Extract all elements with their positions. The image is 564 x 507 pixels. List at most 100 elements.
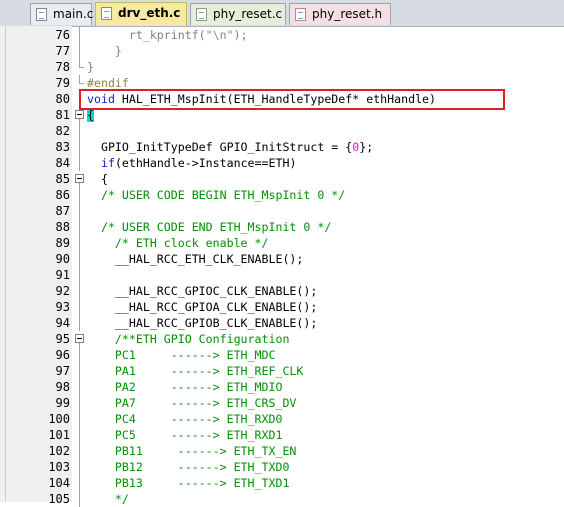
c-file-icon [196,8,207,21]
code-line[interactable]: 92 __HAL_RCC_GPIOC_CLK_ENABLE(); [0,283,564,299]
code-line[interactable]: 83 GPIO_InitTypeDef GPIO_InitStruct = {0… [0,139,564,155]
line-number: 99 [55,396,70,410]
code-text: __HAL_RCC_ETH_CLK_ENABLE(); [87,251,303,267]
code-line[interactable]: 98 PA2 ------> ETH_MDIO [0,379,564,395]
code-text: __HAL_RCC_GPIOB_CLK_ENABLE(); [87,315,317,331]
code-line[interactable]: 85 { [0,171,564,187]
code-text: PC4 ------> ETH_RXD0 [87,411,283,427]
fold-guide [75,203,84,219]
code-token: } [87,44,122,58]
code-line[interactable]: 101 PC5 ------> ETH_RXD1 [0,427,564,443]
code-text: PA2 ------> ETH_MDIO [87,379,283,395]
fold-guide [75,411,84,427]
code-token: /* ETH clock enable */ [87,236,269,250]
fold-guide [75,251,84,267]
code-line[interactable]: 76 rt_kprintf("\n"); [0,27,564,43]
line-number: 98 [55,380,70,394]
tab-label: main.c [53,7,94,21]
line-number: 95 [55,332,70,346]
code-line[interactable]: 103 PB12 ------> ETH_TXD0 [0,459,564,475]
matched-brace: { [87,108,94,122]
fold-guide [75,155,84,171]
tab-drv-eth-c[interactable]: drv_eth.c [95,2,187,26]
line-number: 78 [55,60,70,74]
code-line[interactable]: 88 /* USER CODE END ETH_MspInit 0 */ [0,219,564,235]
fold-guide [75,43,84,59]
line-number: 91 [55,268,70,282]
c-file-icon [101,7,112,20]
code-text: } [87,43,122,59]
code-line[interactable]: 90 __HAL_RCC_ETH_CLK_ENABLE(); [0,251,564,267]
code-line[interactable]: 94 __HAL_RCC_GPIOB_CLK_ENABLE(); [0,315,564,331]
code-line[interactable]: 89 /* ETH clock enable */ [0,235,564,251]
code-line[interactable]: 104 PB13 ------> ETH_TXD1 [0,475,564,491]
highlight-box [79,89,505,110]
fold-guide [75,59,84,75]
line-number: 89 [55,236,70,250]
code-line[interactable]: 84 if(ethHandle->Instance==ETH) [0,155,564,171]
code-line[interactable]: 86 /* USER CODE BEGIN ETH_MspInit 0 */ [0,187,564,203]
code-line[interactable]: 87 [0,203,564,219]
line-number: 82 [55,124,70,138]
code-text: GPIO_InitTypeDef GPIO_InitStruct = {0}; [87,139,373,155]
fold-guide [75,267,84,283]
line-number: 85 [55,172,70,186]
line-number: 84 [55,156,70,170]
fold-guide [75,459,84,475]
line-number: 94 [55,316,70,330]
fold-collapse-icon[interactable] [75,171,84,187]
code-token: __HAL_RCC_GPIOB_CLK_ENABLE(); [87,316,318,330]
code-line[interactable]: 100 PC4 ------> ETH_RXD0 [0,411,564,427]
tab-label: phy_reset.h [312,7,383,21]
code-line[interactable]: 93 __HAL_RCC_GPIOA_CLK_ENABLE(); [0,299,564,315]
line-number: 104 [48,476,70,490]
tab-label: phy_reset.c [213,7,283,21]
code-line[interactable]: 78} [0,59,564,75]
tab-label: drv_eth.c [118,6,181,20]
code-line[interactable]: 96 PC1 ------> ETH_MDC [0,347,564,363]
fold-collapse-icon[interactable] [75,331,84,347]
code-token: (ethHandle->Instance==ETH) [114,156,297,170]
tab-main-c[interactable]: main.c [30,3,94,25]
code-line[interactable]: 95 /**ETH GPIO Configuration [0,331,564,347]
code-token: __HAL_RCC_GPIOC_CLK_ENABLE(); [87,284,318,298]
fold-guide [75,347,84,363]
fold-guide [75,363,84,379]
code-line[interactable]: 77 } [0,43,564,59]
line-number: 100 [48,412,70,426]
line-number: 77 [55,44,70,58]
fold-guide [75,139,84,155]
code-token: } [87,60,94,74]
code-text: if(ethHandle->Instance==ETH) [87,155,296,171]
code-text: PA7 ------> ETH_CRS_DV [87,395,297,411]
code-text: /**ETH GPIO Configuration [87,331,290,347]
line-number: 93 [55,300,70,314]
fold-guide [75,379,84,395]
line-number: 103 [48,460,70,474]
fold-guide [75,27,84,43]
code-line[interactable]: 82 [0,123,564,139]
tab-phy-reset-h[interactable]: phy_reset.h [289,3,391,25]
line-number: 81 [55,108,70,122]
code-line[interactable]: 99 PA7 ------> ETH_CRS_DV [0,395,564,411]
code-editor[interactable]: 76 rt_kprintf("\n"); 77 } 78} 79 #endif 80 voi… [0,26,564,507]
code-token: { [87,172,108,186]
fold-guide [75,427,84,443]
code-line[interactable]: 105 */ [0,491,564,507]
code-line[interactable]: 97 PA1 ------> ETH_REF_CLK [0,363,564,379]
code-text: PA1 ------> ETH_REF_CLK [87,363,303,379]
code-token: PA7 ------> ETH_CRS_DV [87,396,297,410]
c-file-icon [36,8,47,21]
fold-guide [75,315,84,331]
code-line[interactable]: 102 PB11 ------> ETH_TX_EN [0,443,564,459]
tab-phy-reset-c[interactable]: phy_reset.c [190,3,286,25]
code-token: PB13 ------> ETH_TXD1 [87,476,290,490]
line-number: 102 [48,444,70,458]
code-text: __HAL_RCC_GPIOA_CLK_ENABLE(); [87,299,317,315]
fold-guide [75,235,84,251]
line-number: 87 [55,204,70,218]
code-text: /* ETH clock enable */ [87,235,269,251]
code-line[interactable]: 91 [0,267,564,283]
line-number: 80 [55,92,70,106]
